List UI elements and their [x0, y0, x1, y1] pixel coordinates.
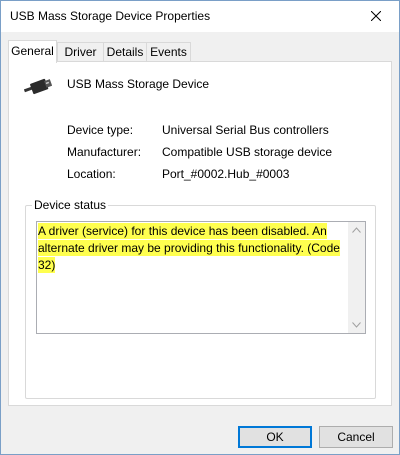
device-status-textbox[interactable]: A driver (service) for this device has b…: [36, 221, 366, 334]
device-status-text: A driver (service) for this device has b…: [38, 223, 347, 274]
device-type-value: Universal Serial Bus controllers: [162, 123, 329, 137]
manufacturer-label: Manufacturer:: [67, 145, 142, 159]
window-title: USB Mass Storage Device Properties: [10, 9, 211, 23]
location-label: Location:: [67, 167, 116, 181]
manufacturer-value: Compatible USB storage device: [162, 145, 333, 159]
tab-general[interactable]: General: [8, 40, 57, 63]
tab-details[interactable]: Details: [103, 42, 147, 62]
title-bar[interactable]: USB Mass Storage Device Properties: [1, 1, 399, 32]
tab-driver[interactable]: Driver: [57, 42, 104, 62]
general-tab-panel: USB Mass Storage Device Device type: Uni…: [8, 61, 392, 406]
device-type-label: Device type:: [67, 123, 134, 137]
scroll-down-icon[interactable]: [352, 322, 361, 328]
close-button[interactable]: [353, 1, 399, 31]
device-name: USB Mass Storage Device: [67, 77, 210, 91]
device-status-legend: Device status: [32, 198, 109, 212]
scroll-up-icon[interactable]: [352, 227, 361, 233]
ok-button[interactable]: OK: [238, 426, 312, 448]
status-highlight: A driver (service) for this device has b…: [38, 223, 340, 273]
cancel-button[interactable]: Cancel: [319, 426, 393, 448]
device-status-group: Device status A driver (service) for thi…: [25, 198, 376, 399]
status-scrollbar[interactable]: [348, 222, 365, 333]
location-value: Port_#0002.Hub_#0003: [162, 167, 290, 181]
usb-plug-icon: [24, 78, 52, 95]
properties-dialog: USB Mass Storage Device Properties Gener…: [0, 0, 400, 455]
tab-events[interactable]: Events: [146, 42, 191, 62]
close-icon: [371, 11, 381, 21]
